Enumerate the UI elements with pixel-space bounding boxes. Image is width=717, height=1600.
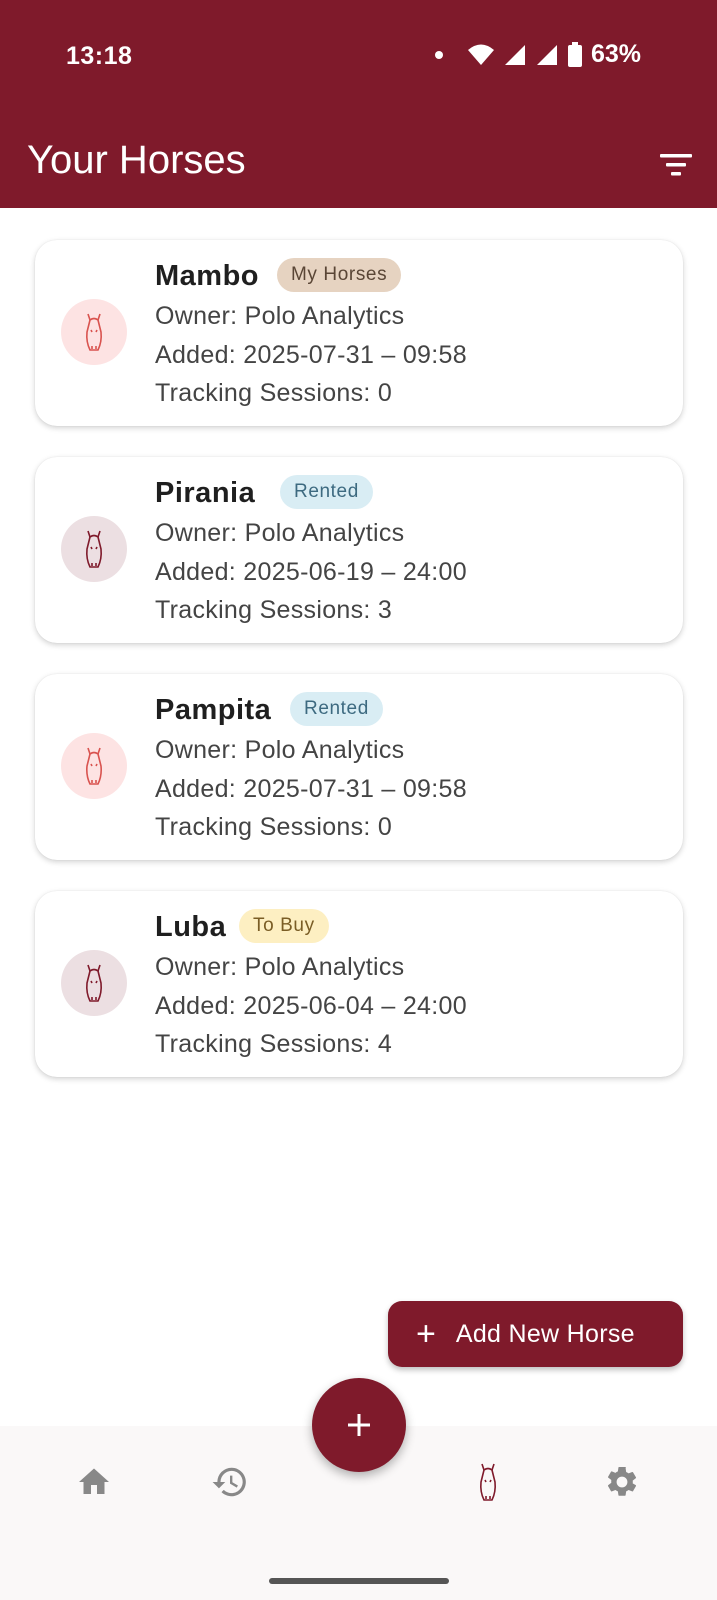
horse-icon xyxy=(480,1463,496,1501)
add-new-horse-label: Add New Horse xyxy=(455,1319,635,1348)
nav-horses[interactable] xyxy=(468,1462,508,1502)
horse-avatar xyxy=(61,299,127,365)
nav-home[interactable] xyxy=(74,1462,114,1502)
horse-card[interactable]: Pampita Rented Owner: Polo Analytics Add… xyxy=(35,674,683,860)
horse-head-icon xyxy=(86,313,102,351)
fab-add-button[interactable] xyxy=(312,1378,406,1472)
horse-card[interactable]: Pirania Rented Owner: Polo Analytics Add… xyxy=(35,457,683,643)
horse-added-date: Added: 2025-07-31 – 09:58 xyxy=(155,775,467,803)
nav-settings[interactable] xyxy=(602,1462,642,1502)
horse-card[interactable]: Mambo My Horses Owner: Polo Analytics Ad… xyxy=(35,240,683,426)
status-badge: My Horses xyxy=(277,258,402,292)
settings-icon xyxy=(608,1466,637,1496)
horse-avatar xyxy=(61,516,127,582)
horse-added-date: Added: 2025-06-19 – 24:00 xyxy=(155,558,467,586)
horse-head-icon xyxy=(86,747,102,785)
status-badge: Rented xyxy=(280,475,373,509)
filter-icon[interactable] xyxy=(656,145,696,185)
horse-head-icon xyxy=(86,530,102,568)
horse-tracking-sessions: Tracking Sessions: 4 xyxy=(155,1030,393,1058)
status-bar: 13:18 63% xyxy=(0,0,717,115)
history-icon xyxy=(212,1467,246,1497)
status-badge: Rented xyxy=(290,692,383,726)
horse-name: Pirania xyxy=(155,477,256,509)
horse-name: Pampita xyxy=(155,694,272,726)
plus-icon: + xyxy=(416,1315,436,1353)
horse-owner: Owner: Polo Analytics xyxy=(155,302,405,330)
status-badge: To Buy xyxy=(239,909,329,943)
horse-avatar xyxy=(61,950,127,1016)
horse-name: Luba xyxy=(155,911,227,943)
status-icons: 63% xyxy=(434,40,641,69)
nav-history[interactable] xyxy=(210,1462,250,1502)
horse-owner: Owner: Polo Analytics xyxy=(155,519,405,547)
plus-icon xyxy=(348,1414,370,1436)
horse-avatar xyxy=(61,733,127,799)
horse-card[interactable]: Luba To Buy Owner: Polo Analytics Added:… xyxy=(35,891,683,1077)
horse-tracking-sessions: Tracking Sessions: 3 xyxy=(155,596,393,624)
status-time: 13:18 xyxy=(66,42,133,70)
horse-owner: Owner: Polo Analytics xyxy=(155,736,405,764)
wifi-icon xyxy=(467,44,494,65)
horse-tracking-sessions: Tracking Sessions: 0 xyxy=(155,379,393,407)
signal-icon xyxy=(536,44,557,65)
battery-icon xyxy=(567,41,582,67)
signal-icon xyxy=(504,44,525,65)
home-icon xyxy=(79,1468,109,1494)
horse-added-date: Added: 2025-06-04 – 24:00 xyxy=(155,992,467,1020)
page-title: Your Horses xyxy=(27,138,246,182)
horse-added-date: Added: 2025-07-31 – 09:58 xyxy=(155,341,467,369)
home-indicator xyxy=(269,1578,449,1584)
horse-owner: Owner: Polo Analytics xyxy=(155,953,405,981)
horse-head-icon xyxy=(86,964,102,1002)
horse-name: Mambo xyxy=(155,260,259,292)
notification-dot-icon xyxy=(434,50,443,59)
app-bar: Your Horses xyxy=(0,115,717,208)
battery-percent: 63% xyxy=(590,40,641,68)
add-new-horse-button[interactable]: + Add New Horse xyxy=(388,1301,683,1367)
horse-tracking-sessions: Tracking Sessions: 0 xyxy=(155,813,393,841)
